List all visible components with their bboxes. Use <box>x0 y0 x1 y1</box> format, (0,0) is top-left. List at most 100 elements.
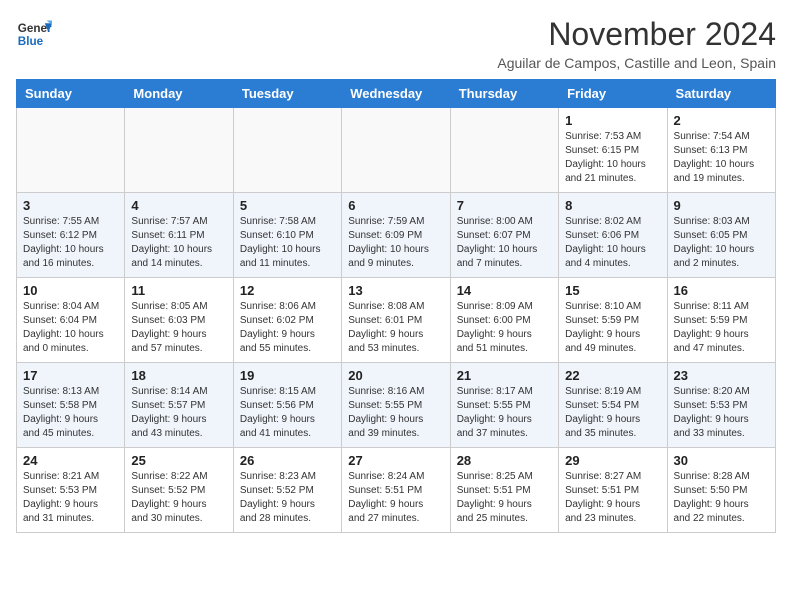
day-number: 5 <box>240 198 335 213</box>
day-info: Sunrise: 8:20 AM Sunset: 5:53 PM Dayligh… <box>674 385 769 441</box>
calendar-cell: 5 Sunrise: 7:58 AM Sunset: 6:10 PM Daylig… <box>233 193 341 278</box>
day-info: Sunrise: 8:05 AM Sunset: 6:03 PM Dayligh… <box>131 300 226 356</box>
svg-text:Blue: Blue <box>18 35 44 48</box>
calendar-cell <box>17 108 125 193</box>
calendar-cell: 26 Sunrise: 8:23 AM Sunset: 5:52 PM Dayli… <box>233 448 341 533</box>
day-info: Sunrise: 8:10 AM Sunset: 5:59 PM Dayligh… <box>565 300 660 356</box>
day-number: 26 <box>240 453 335 468</box>
day-info: Sunrise: 7:57 AM Sunset: 6:11 PM Dayligh… <box>131 215 226 271</box>
day-info: Sunrise: 8:15 AM Sunset: 5:56 PM Dayligh… <box>240 385 335 441</box>
day-number: 15 <box>565 283 660 298</box>
day-info: Sunrise: 8:13 AM Sunset: 5:58 PM Dayligh… <box>23 385 118 441</box>
calendar-cell <box>125 108 233 193</box>
day-info: Sunrise: 8:27 AM Sunset: 5:51 PM Dayligh… <box>565 470 660 526</box>
calendar-cell: 15 Sunrise: 8:10 AM Sunset: 5:59 PM Dayli… <box>559 278 667 363</box>
calendar-cell: 6 Sunrise: 7:59 AM Sunset: 6:09 PM Daylig… <box>342 193 450 278</box>
day-number: 6 <box>348 198 443 213</box>
day-number: 22 <box>565 368 660 383</box>
day-info: Sunrise: 7:59 AM Sunset: 6:09 PM Dayligh… <box>348 215 443 271</box>
calendar-cell: 12 Sunrise: 8:06 AM Sunset: 6:02 PM Dayli… <box>233 278 341 363</box>
calendar-cell: 25Sunrise: 8:22 AM Sunset: 5:52 PM Dayli… <box>125 448 233 533</box>
day-number: 30 <box>674 453 769 468</box>
day-number: 4 <box>131 198 226 213</box>
calendar-cell: 24Sunrise: 8:21 AM Sunset: 5:53 PM Dayli… <box>17 448 125 533</box>
day-info: Sunrise: 8:21 AM Sunset: 5:53 PM Dayligh… <box>23 470 118 526</box>
calendar-cell: 29 Sunrise: 8:27 AM Sunset: 5:51 PM Dayli… <box>559 448 667 533</box>
day-number: 12 <box>240 283 335 298</box>
day-number: 13 <box>348 283 443 298</box>
day-info: Sunrise: 8:00 AM Sunset: 6:07 PM Dayligh… <box>457 215 552 271</box>
calendar-cell <box>450 108 558 193</box>
calendar-cell: 28 Sunrise: 8:25 AM Sunset: 5:51 PM Dayli… <box>450 448 558 533</box>
day-info: Sunrise: 7:58 AM Sunset: 6:10 PM Dayligh… <box>240 215 335 271</box>
col-header-monday: Monday <box>125 80 233 108</box>
day-info: Sunrise: 7:54 AM Sunset: 6:13 PM Dayligh… <box>674 130 769 186</box>
calendar-cell: 1Sunrise: 7:53 AM Sunset: 6:15 PM Daylig… <box>559 108 667 193</box>
calendar-cell: 27 Sunrise: 8:24 AM Sunset: 5:51 PM Dayli… <box>342 448 450 533</box>
calendar-cell <box>342 108 450 193</box>
day-number: 29 <box>565 453 660 468</box>
calendar-cell: 14 Sunrise: 8:09 AM Sunset: 6:00 PM Dayli… <box>450 278 558 363</box>
month-title: November 2024 <box>497 16 776 53</box>
logo: General Blue <box>16 16 52 52</box>
calendar-cell: 10Sunrise: 8:04 AM Sunset: 6:04 PM Dayli… <box>17 278 125 363</box>
calendar-cell: 9Sunrise: 8:03 AM Sunset: 6:05 PM Daylig… <box>667 193 775 278</box>
calendar-cell <box>233 108 341 193</box>
calendar-cell: 19 Sunrise: 8:15 AM Sunset: 5:56 PM Dayli… <box>233 363 341 448</box>
col-header-wednesday: Wednesday <box>342 80 450 108</box>
col-header-thursday: Thursday <box>450 80 558 108</box>
col-header-sunday: Sunday <box>17 80 125 108</box>
day-info: Sunrise: 8:23 AM Sunset: 5:52 PM Dayligh… <box>240 470 335 526</box>
calendar-cell: 20 Sunrise: 8:16 AM Sunset: 5:55 PM Dayli… <box>342 363 450 448</box>
day-info: Sunrise: 8:03 AM Sunset: 6:05 PM Dayligh… <box>674 215 769 271</box>
day-number: 14 <box>457 283 552 298</box>
day-info: Sunrise: 8:11 AM Sunset: 5:59 PM Dayligh… <box>674 300 769 356</box>
calendar-cell: 8 Sunrise: 8:02 AM Sunset: 6:06 PM Daylig… <box>559 193 667 278</box>
day-info: Sunrise: 8:25 AM Sunset: 5:51 PM Dayligh… <box>457 470 552 526</box>
page-header: General Blue November 2024 Aguilar de Ca… <box>16 16 776 71</box>
calendar-cell: 18 Sunrise: 8:14 AM Sunset: 5:57 PM Dayli… <box>125 363 233 448</box>
day-number: 27 <box>348 453 443 468</box>
calendar-cell: 23Sunrise: 8:20 AM Sunset: 5:53 PM Dayli… <box>667 363 775 448</box>
day-number: 8 <box>565 198 660 213</box>
col-header-friday: Friday <box>559 80 667 108</box>
day-info: Sunrise: 8:09 AM Sunset: 6:00 PM Dayligh… <box>457 300 552 356</box>
day-info: Sunrise: 8:24 AM Sunset: 5:51 PM Dayligh… <box>348 470 443 526</box>
day-info: Sunrise: 8:02 AM Sunset: 6:06 PM Dayligh… <box>565 215 660 271</box>
calendar-cell: 7 Sunrise: 8:00 AM Sunset: 6:07 PM Daylig… <box>450 193 558 278</box>
day-info: Sunrise: 7:55 AM Sunset: 6:12 PM Dayligh… <box>23 215 118 271</box>
calendar-cell: 30 Sunrise: 8:28 AM Sunset: 5:50 PM Dayli… <box>667 448 775 533</box>
day-info: Sunrise: 8:16 AM Sunset: 5:55 PM Dayligh… <box>348 385 443 441</box>
calendar-cell: 13 Sunrise: 8:08 AM Sunset: 6:01 PM Dayli… <box>342 278 450 363</box>
title-area: November 2024 Aguilar de Campos, Castill… <box>497 16 776 71</box>
day-number: 16 <box>674 283 769 298</box>
day-info: Sunrise: 8:17 AM Sunset: 5:55 PM Dayligh… <box>457 385 552 441</box>
day-info: Sunrise: 8:22 AM Sunset: 5:52 PM Dayligh… <box>131 470 226 526</box>
day-number: 7 <box>457 198 552 213</box>
day-info: Sunrise: 8:06 AM Sunset: 6:02 PM Dayligh… <box>240 300 335 356</box>
week-row-3: 10Sunrise: 8:04 AM Sunset: 6:04 PM Dayli… <box>17 278 776 363</box>
week-row-2: 3 Sunrise: 7:55 AM Sunset: 6:12 PM Daylig… <box>17 193 776 278</box>
calendar-cell: 16 Sunrise: 8:11 AM Sunset: 5:59 PM Dayli… <box>667 278 775 363</box>
day-number: 20 <box>348 368 443 383</box>
calendar-cell: 17 Sunrise: 8:13 AM Sunset: 5:58 PM Dayli… <box>17 363 125 448</box>
calendar-cell: 22 Sunrise: 8:19 AM Sunset: 5:54 PM Dayli… <box>559 363 667 448</box>
day-number: 19 <box>240 368 335 383</box>
day-number: 28 <box>457 453 552 468</box>
day-number: 11 <box>131 283 226 298</box>
day-number: 2 <box>674 113 769 128</box>
calendar-header-row: SundayMondayTuesdayWednesdayThursdayFrid… <box>17 80 776 108</box>
logo-icon: General Blue <box>16 16 52 52</box>
day-info: Sunrise: 8:28 AM Sunset: 5:50 PM Dayligh… <box>674 470 769 526</box>
calendar-cell: 21Sunrise: 8:17 AM Sunset: 5:55 PM Dayli… <box>450 363 558 448</box>
day-info: Sunrise: 8:19 AM Sunset: 5:54 PM Dayligh… <box>565 385 660 441</box>
calendar-cell: 11 Sunrise: 8:05 AM Sunset: 6:03 PM Dayli… <box>125 278 233 363</box>
calendar-table: SundayMondayTuesdayWednesdayThursdayFrid… <box>16 79 776 533</box>
day-number: 3 <box>23 198 118 213</box>
day-number: 17 <box>23 368 118 383</box>
day-info: Sunrise: 7:53 AM Sunset: 6:15 PM Dayligh… <box>565 130 660 186</box>
day-number: 18 <box>131 368 226 383</box>
day-info: Sunrise: 8:14 AM Sunset: 5:57 PM Dayligh… <box>131 385 226 441</box>
day-info: Sunrise: 8:08 AM Sunset: 6:01 PM Dayligh… <box>348 300 443 356</box>
calendar-cell: 4 Sunrise: 7:57 AM Sunset: 6:11 PM Daylig… <box>125 193 233 278</box>
